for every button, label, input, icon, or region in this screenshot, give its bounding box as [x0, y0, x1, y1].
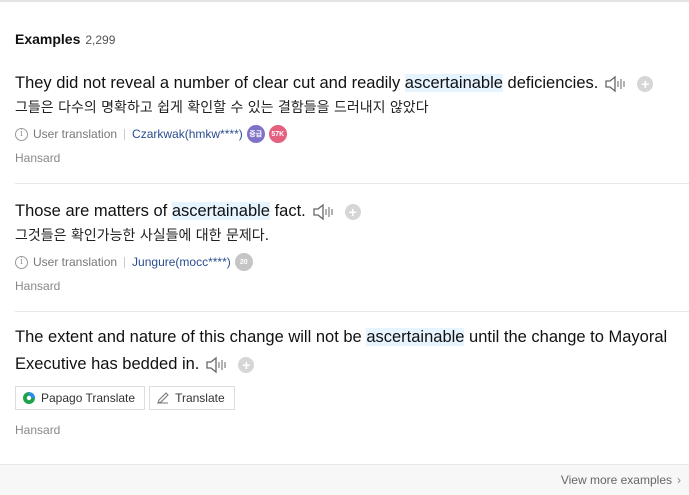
- level-badge: 중급: [246, 125, 265, 143]
- sentence-text: fact.: [269, 202, 306, 220]
- keyword-highlight[interactable]: ascertainable: [366, 328, 465, 346]
- example-source: Hansard: [15, 279, 61, 293]
- example-source: Hansard: [15, 423, 61, 437]
- divider: [124, 128, 126, 140]
- plus-icon[interactable]: +: [637, 75, 654, 92]
- speaker-icon[interactable]: [205, 355, 229, 375]
- translation-meta: i User translation Jungure(mocc****) 20: [15, 253, 689, 271]
- score-badge: 57K: [268, 125, 287, 143]
- level-badge: 20: [234, 253, 253, 271]
- divider: [15, 183, 689, 184]
- examples-count: 2,299: [85, 33, 116, 47]
- info-icon[interactable]: i: [15, 255, 28, 269]
- example-translation: 그들은 다수의 명확하고 쉽게 확인할 수 있는 결함들을 드러내지 않았다: [15, 100, 429, 116]
- papago-icon: [23, 392, 35, 404]
- sentence-text: deficiencies.: [502, 74, 599, 92]
- pencil-icon: [157, 392, 169, 404]
- translation-meta: i User translation Czarkwak(hmkw****) 중급…: [15, 125, 689, 143]
- example-source: Hansard: [15, 151, 61, 165]
- user-link[interactable]: Czarkwak(hmkw****): [132, 127, 243, 141]
- examples-title: Examples: [15, 31, 81, 47]
- meta-label: User translation: [33, 255, 118, 269]
- keyword-highlight[interactable]: ascertainable: [404, 74, 503, 92]
- meta-label: User translation: [33, 127, 118, 141]
- user-link[interactable]: Jungure(mocc****): [132, 255, 231, 269]
- example-sentence: Those are matters of ascertainable fact.…: [15, 198, 689, 225]
- example-sentence: They did not reveal a number of clear cu…: [15, 70, 689, 97]
- translate-button[interactable]: Translate: [149, 386, 235, 410]
- papago-translate-button[interactable]: Papago Translate: [15, 386, 146, 410]
- chevron-right-icon: ›: [677, 473, 681, 487]
- sentence-text: Those are matters of: [15, 202, 172, 220]
- divider: [124, 256, 126, 268]
- keyword-highlight[interactable]: ascertainable: [171, 202, 270, 220]
- translate-label: Translate: [175, 391, 225, 405]
- speaker-icon[interactable]: [312, 202, 336, 222]
- papago-translate-label: Papago Translate: [41, 391, 136, 405]
- example-translation: 그것들은 확인가능한 사실들에 대한 문제다.: [15, 228, 270, 244]
- example-item: They did not reveal a number of clear cu…: [0, 70, 689, 165]
- sentence-text: The extent and nature of this change wil…: [15, 328, 367, 346]
- view-more-label: View more examples: [560, 473, 672, 487]
- divider: [15, 311, 689, 312]
- examples-header: Examples 2,299: [15, 31, 115, 47]
- example-item: Those are matters of ascertainable fact.…: [0, 198, 689, 293]
- view-more-link[interactable]: View more examples ›: [561, 473, 681, 487]
- sentence-text: They did not reveal a number of clear cu…: [15, 74, 405, 92]
- speaker-icon[interactable]: [604, 74, 628, 94]
- top-divider: [0, 0, 689, 2]
- plus-icon[interactable]: +: [344, 203, 361, 220]
- info-icon[interactable]: i: [15, 127, 28, 141]
- footer-bar: View more examples ›: [0, 464, 689, 495]
- plus-icon[interactable]: +: [238, 356, 255, 373]
- translate-buttons: Papago Translate Translate: [15, 386, 689, 410]
- example-item: The extent and nature of this change wil…: [0, 324, 689, 437]
- example-sentence: The extent and nature of this change wil…: [15, 324, 689, 378]
